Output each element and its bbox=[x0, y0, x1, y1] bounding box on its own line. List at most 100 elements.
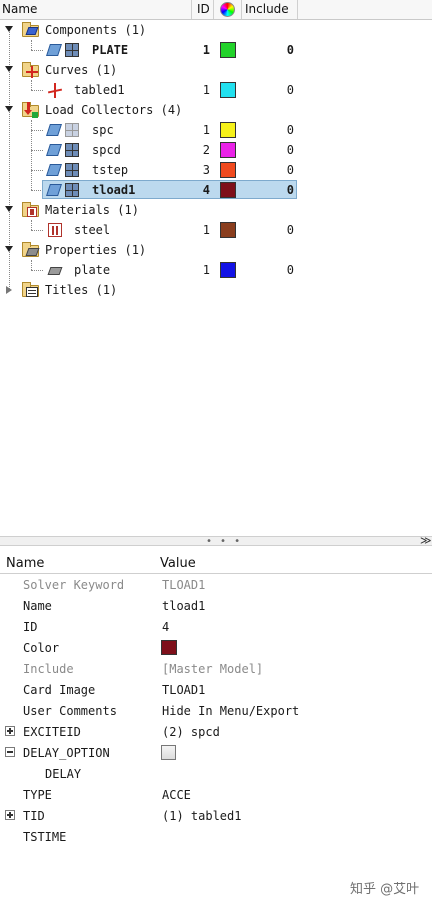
collapsed-arrow-icon[interactable] bbox=[6, 286, 12, 294]
prop-value-field[interactable]: Hide In Menu/Export bbox=[162, 704, 299, 718]
column-header-name[interactable]: Name bbox=[6, 556, 44, 571]
prop-row-id[interactable]: ID 4 bbox=[0, 616, 432, 637]
expand-plus-icon[interactable] bbox=[5, 726, 15, 736]
expand-arrow-icon[interactable] bbox=[5, 106, 13, 112]
tree-item-label: PLATE bbox=[92, 43, 129, 57]
prop-name: Name bbox=[23, 599, 52, 613]
tree-item-color-swatch[interactable] bbox=[220, 142, 236, 158]
collapse-panel-icon[interactable]: ≫ bbox=[420, 535, 432, 546]
prop-name: User Comments bbox=[23, 704, 117, 718]
tree-folder-label: Properties (1) bbox=[45, 243, 147, 257]
prop-row-color[interactable]: Color bbox=[0, 637, 432, 658]
tree-item-id: 2 bbox=[202, 143, 210, 157]
tree-item-label: tload1 bbox=[92, 183, 136, 197]
tree-item-id: 1 bbox=[202, 223, 210, 237]
tree-item-color-swatch[interactable] bbox=[220, 42, 236, 58]
tree-item-id: 3 bbox=[202, 163, 210, 177]
prop-name: DELAY bbox=[45, 767, 82, 781]
prop-row-tstime[interactable]: TSTIME bbox=[0, 826, 432, 847]
tree-item-label: plate bbox=[74, 263, 111, 277]
tree-item-id: 1 bbox=[202, 43, 210, 57]
expand-arrow-icon[interactable] bbox=[5, 206, 13, 212]
column-header-value[interactable]: Value bbox=[160, 556, 196, 571]
load-collector-entity-icon bbox=[46, 182, 82, 198]
load-collectors-folder-icon bbox=[22, 102, 40, 118]
prop-row-solver-keyword[interactable]: Solver Keyword TLOAD1 bbox=[0, 574, 432, 595]
prop-name: ID bbox=[23, 620, 38, 634]
prop-row-user-comments[interactable]: User Comments Hide In Menu/Export bbox=[0, 700, 432, 721]
tree-folder-load-collectors[interactable]: Load Collectors (4) bbox=[0, 100, 432, 120]
prop-row-delay[interactable]: DELAY bbox=[0, 763, 432, 784]
color-swatch[interactable] bbox=[161, 640, 177, 655]
column-header-color[interactable] bbox=[214, 0, 242, 19]
tree-header: Name ID Include bbox=[0, 0, 432, 20]
prop-name: TYPE bbox=[23, 788, 52, 802]
tree-folder-titles[interactable]: Titles (1) bbox=[0, 280, 432, 300]
tree-item-loadcol-tstep[interactable]: tstep 3 0 bbox=[0, 160, 432, 180]
column-header-id[interactable]: ID bbox=[192, 0, 214, 19]
prop-value: [Master Model] bbox=[162, 662, 264, 676]
tree-item-loadcol-tload1[interactable]: tload1 4 0 bbox=[0, 180, 432, 200]
tree-item-color-swatch[interactable] bbox=[220, 222, 236, 238]
prop-row-delay-option[interactable]: DELAY_OPTION bbox=[0, 742, 432, 763]
tree-item-color-swatch[interactable] bbox=[220, 262, 236, 278]
tree-item-color-swatch[interactable] bbox=[220, 122, 236, 138]
tree-item-include: 0 bbox=[286, 163, 294, 177]
prop-row-exciteid[interactable]: EXCITEID (2) spcd bbox=[0, 721, 432, 742]
prop-value-field[interactable]: (1) tabled1 bbox=[162, 809, 241, 823]
tree-item-label: spc bbox=[92, 123, 114, 137]
tree-folder-curves[interactable]: Curves (1) bbox=[0, 60, 432, 80]
tree-item-label: steel bbox=[74, 223, 111, 237]
tree-folder-materials[interactable]: Materials (1) bbox=[0, 200, 432, 220]
prop-row-card-image[interactable]: Card Image TLOAD1 bbox=[0, 679, 432, 700]
prop-value-field[interactable]: TLOAD1 bbox=[162, 683, 205, 697]
properties-folder-icon bbox=[22, 242, 40, 258]
tree-item-label: tabled1 bbox=[74, 83, 125, 97]
tree-item-property-plate[interactable]: plate 1 0 bbox=[0, 260, 432, 280]
tree-item-include: 0 bbox=[286, 83, 294, 97]
tree-item-color-swatch[interactable] bbox=[220, 82, 236, 98]
tree-item-loadcol-spc[interactable]: spc 1 0 bbox=[0, 120, 432, 140]
tree-folder-label: Titles (1) bbox=[45, 283, 118, 297]
tree-item-id: 1 bbox=[202, 83, 210, 97]
expand-arrow-icon[interactable] bbox=[5, 26, 13, 32]
expand-arrow-icon[interactable] bbox=[5, 246, 13, 252]
tree-folder-components[interactable]: Components (1) bbox=[0, 20, 432, 40]
delay-option-checkbox[interactable] bbox=[161, 745, 176, 760]
properties-header: Name Value bbox=[0, 552, 432, 574]
load-collector-entity-icon bbox=[46, 162, 82, 178]
prop-row-include[interactable]: Include [Master Model] bbox=[0, 658, 432, 679]
curves-folder-icon bbox=[22, 62, 40, 78]
prop-row-name[interactable]: Name tload1 bbox=[0, 595, 432, 616]
column-header-name[interactable]: Name bbox=[0, 0, 192, 19]
expand-arrow-icon[interactable] bbox=[5, 66, 13, 72]
tree-item-color-swatch[interactable] bbox=[220, 182, 236, 198]
prop-value-field[interactable]: (2) spcd bbox=[162, 725, 220, 739]
tree-item-curve-tabled1[interactable]: tabled1 1 0 bbox=[0, 80, 432, 100]
tree-folder-label: Load Collectors (4) bbox=[45, 103, 183, 117]
curve-entity-icon bbox=[46, 82, 64, 98]
tree-item-component-plate[interactable]: PLATE 1 0 bbox=[0, 40, 432, 60]
prop-value-field[interactable]: 4 bbox=[162, 620, 169, 634]
prop-name: TSTIME bbox=[23, 830, 67, 844]
tree-folder-label: Components (1) bbox=[45, 23, 147, 37]
material-entity-icon bbox=[46, 222, 64, 238]
column-header-include[interactable]: Include bbox=[242, 0, 298, 19]
panel-splitter[interactable]: • • • ≫ bbox=[0, 535, 432, 547]
tree-folder-properties[interactable]: Properties (1) bbox=[0, 240, 432, 260]
prop-row-tid[interactable]: TID (1) tabled1 bbox=[0, 805, 432, 826]
prop-value-field[interactable]: ACCE bbox=[162, 788, 191, 802]
prop-value: TLOAD1 bbox=[162, 578, 206, 592]
prop-value-field[interactable]: tload1 bbox=[162, 599, 205, 613]
tree-item-material-steel[interactable]: steel 1 0 bbox=[0, 220, 432, 240]
tree-item-color-swatch[interactable] bbox=[220, 162, 236, 178]
prop-row-type[interactable]: TYPE ACCE bbox=[0, 784, 432, 805]
tree-item-loadcol-spcd[interactable]: spcd 2 0 bbox=[0, 140, 432, 160]
expand-plus-icon[interactable] bbox=[5, 810, 15, 820]
tree-item-include: 0 bbox=[286, 223, 294, 237]
watermark: 知乎 @艾叶 bbox=[350, 882, 420, 897]
prop-name: Include bbox=[23, 662, 74, 676]
tree-folder-label: Curves (1) bbox=[45, 63, 118, 77]
splitter-grip-icon[interactable]: • • • bbox=[206, 537, 241, 547]
collapse-minus-icon[interactable] bbox=[5, 747, 15, 757]
